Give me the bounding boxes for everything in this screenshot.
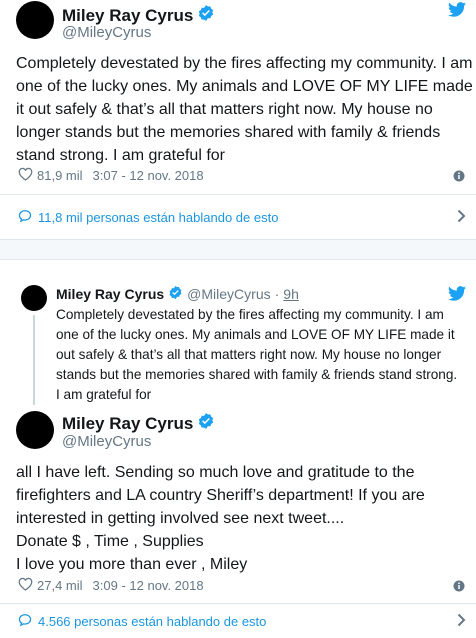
- author-row: Miley Ray Cyrus: [62, 412, 215, 435]
- tweet-card-1: Miley Ray Cyrus @MileyCyrus Completely d…: [0, 0, 476, 240]
- conversation-link[interactable]: 11,8 mil personas están hablando de esto: [0, 195, 476, 239]
- tweet-line: one of the lucky ones. My animals and LO…: [16, 78, 473, 95]
- conversation-bubble-icon: [18, 209, 32, 226]
- like-count[interactable]: 81,9 mil: [37, 168, 83, 183]
- card-separator: [0, 240, 476, 260]
- info-icon[interactable]: [453, 579, 465, 597]
- tweet-line: it out safely & that’s all that matters …: [16, 101, 433, 118]
- tweet-line: Donate $ , Time , Supplies: [16, 533, 204, 550]
- separator: ·: [274, 286, 280, 302]
- quoted-tweet-text: Completely devestated by the fires affec…: [56, 305, 457, 405]
- quoted-author-row: Miley Ray Cyrus @MileyCyrus · 9h: [56, 285, 299, 303]
- tweet-age[interactable]: 9h: [283, 286, 299, 302]
- verified-badge-icon: [168, 285, 183, 303]
- conversation-link[interactable]: 4.566 personas están hablando de esto: [0, 604, 476, 638]
- verified-badge-icon: [197, 4, 215, 27]
- like-count[interactable]: 27,4 mil: [37, 578, 83, 593]
- author-name[interactable]: Miley Ray Cyrus: [62, 6, 193, 26]
- tweet-line: stand strong. I am grateful for: [16, 147, 225, 164]
- info-icon[interactable]: [453, 169, 465, 187]
- twitter-bird-icon[interactable]: [448, 286, 466, 306]
- twitter-bird-icon[interactable]: [448, 2, 466, 22]
- tweet-line: I love you more than ever , Miley: [16, 556, 248, 573]
- verified-badge-icon: [197, 412, 215, 435]
- avatar[interactable]: [16, 1, 54, 39]
- tweet-line: stands but the memories shared with fami…: [56, 367, 458, 382]
- heart-icon[interactable]: [18, 577, 33, 594]
- tweet-text: all I have left. Sending so much love an…: [16, 461, 425, 576]
- chevron-right-icon[interactable]: [457, 209, 466, 226]
- tweet-line: out safely & that’s all that matters rig…: [56, 347, 442, 362]
- conversation-text[interactable]: 4.566 personas están hablando de esto: [38, 614, 266, 629]
- conversation-text[interactable]: 11,8 mil personas están hablando de esto: [38, 210, 278, 225]
- chevron-right-icon[interactable]: [457, 613, 466, 630]
- tweet-line: I am grateful for: [56, 387, 152, 402]
- tweet-line: all I have left. Sending so much love an…: [16, 464, 415, 481]
- conversation-bubble-icon: [18, 613, 32, 630]
- thread-line: [33, 315, 35, 405]
- tweet-line: one of the lucky ones. My animals and LO…: [56, 327, 455, 342]
- author-handle[interactable]: @MileyCyrus: [62, 433, 151, 450]
- tweet-text: Completely devestated by the fires affec…: [16, 52, 473, 167]
- heart-icon[interactable]: [18, 167, 33, 184]
- author-name[interactable]: Miley Ray Cyrus: [56, 286, 164, 302]
- tweet-meta: 81,9 mil 3:07 - 12 nov. 2018: [18, 167, 204, 184]
- timestamp[interactable]: 3:09 - 12 nov. 2018: [93, 578, 204, 593]
- tweet-line: Completely devestated by the fires affec…: [16, 55, 473, 72]
- tweet-line: Completely devestated by the fires affec…: [56, 307, 444, 322]
- tweet-meta: 27,4 mil 3:09 - 12 nov. 2018: [18, 577, 204, 594]
- author-handle[interactable]: @MileyCyrus: [187, 286, 270, 302]
- tweet-line: firefighters and LA country Sheriff’s de…: [16, 487, 425, 504]
- avatar[interactable]: [16, 411, 54, 449]
- tweet-line: longer stands but the memories shared wi…: [16, 124, 441, 141]
- author-handle[interactable]: @MileyCyrus: [62, 24, 151, 41]
- tweet-line: interested in getting involved see next …: [16, 510, 345, 527]
- author-name[interactable]: Miley Ray Cyrus: [62, 414, 193, 434]
- avatar[interactable]: [21, 285, 47, 311]
- timestamp[interactable]: 3:07 - 12 nov. 2018: [93, 168, 204, 183]
- tweet-card-2: Miley Ray Cyrus @MileyCyrus · 9h Complet…: [0, 261, 476, 638]
